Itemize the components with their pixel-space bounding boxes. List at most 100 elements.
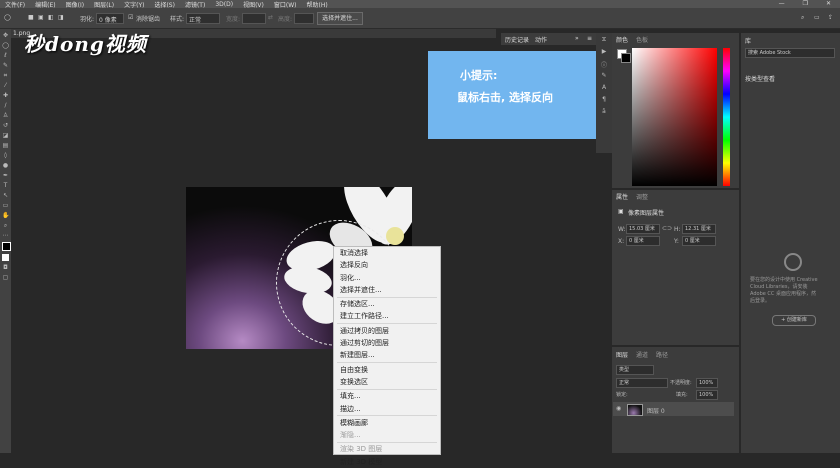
width-input[interactable] xyxy=(242,13,266,24)
eyedropper-icon[interactable]: ⁄ xyxy=(2,82,9,89)
pen-tool-icon[interactable]: ✒ xyxy=(2,172,9,179)
opacity-input[interactable]: 100% xyxy=(696,378,718,388)
foreground-color-icon[interactable] xyxy=(2,242,11,251)
background-color-icon[interactable] xyxy=(2,254,9,261)
context-menu-item[interactable]: 通过拷贝的图层 xyxy=(334,325,440,337)
quick-select-icon[interactable]: ✎ xyxy=(2,62,9,69)
context-menu-item[interactable]: 选择反向 xyxy=(334,259,440,271)
screen-mode-icon[interactable]: ▢ xyxy=(2,274,9,281)
info-icon[interactable]: ⓘ xyxy=(600,60,609,69)
context-menu-item[interactable]: 新建图层... xyxy=(334,349,440,361)
intersect-selection-icon[interactable]: ◨ xyxy=(58,14,64,21)
path-select-icon[interactable]: ↖ xyxy=(2,192,9,199)
select-and-mask-button[interactable]: 选择并遮住... xyxy=(317,12,363,25)
blur-tool-icon[interactable]: ◊ xyxy=(2,152,9,159)
tab-actions[interactable]: 动作 xyxy=(535,35,547,44)
layer-row[interactable]: ◉ 图层 0 xyxy=(613,402,734,416)
layer-name[interactable]: 图层 0 xyxy=(647,406,665,415)
close-icon[interactable]: ✕ xyxy=(821,0,836,7)
move-tool-icon[interactable]: ✥ xyxy=(2,32,9,39)
context-menu-item[interactable]: 选择并遮住... xyxy=(334,284,440,296)
marquee-tool-icon[interactable]: ◯ xyxy=(2,42,9,49)
marquee-tool-icon[interactable]: ◯ xyxy=(4,14,11,21)
type-tool-icon[interactable]: T xyxy=(2,182,9,189)
character-icon[interactable]: A xyxy=(600,84,609,93)
tab-color[interactable]: 颜色 xyxy=(616,35,628,44)
workspace-icon[interactable]: ▭ xyxy=(814,14,820,21)
context-menu-item[interactable]: 新建 3D 模型 xyxy=(334,456,440,468)
brush-tool-icon[interactable]: ∕ xyxy=(2,102,9,109)
tab-swatches[interactable]: 色板 xyxy=(636,35,648,44)
tab-paths[interactable]: 路径 xyxy=(656,350,668,359)
stamp-tool-icon[interactable]: ♙ xyxy=(2,112,9,119)
create-library-button[interactable]: + 创建新库 xyxy=(772,315,816,326)
panel-menu-icon[interactable]: ≡ xyxy=(587,35,592,42)
new-selection-icon[interactable]: ■ xyxy=(28,14,34,21)
context-menu-item[interactable]: 自由变换 xyxy=(334,364,440,376)
style-select[interactable]: 正常 xyxy=(186,13,220,24)
tab-properties[interactable]: 属性 xyxy=(616,192,628,201)
context-menu-item[interactable]: 描边... xyxy=(334,403,440,415)
feather-label: 羽化: xyxy=(80,16,95,23)
width-field[interactable]: 15.03 厘米 xyxy=(626,224,660,234)
height-field[interactable]: 12.31 厘米 xyxy=(682,224,716,234)
filter-kind-select[interactable]: 类型 xyxy=(616,365,654,375)
shape-tool-icon[interactable]: ▭ xyxy=(2,202,9,209)
history-brush-icon[interactable]: ↺ xyxy=(2,122,9,129)
context-menu-item[interactable]: 建立工作路径... xyxy=(334,310,440,322)
link-icon[interactable]: ⊂⊃ xyxy=(662,225,672,232)
library-offline-icon xyxy=(784,253,802,271)
gradient-tool-icon[interactable]: ▤ xyxy=(2,142,9,149)
menu-item[interactable]: 3D(D) xyxy=(210,1,238,8)
tab-libraries[interactable]: 库 xyxy=(745,36,751,45)
antialias-checkbox[interactable]: ☑ xyxy=(128,14,133,21)
brush-preset-icon[interactable]: ✎ xyxy=(600,72,609,81)
dodge-tool-icon[interactable]: ● xyxy=(2,162,9,169)
library-view-select[interactable]: 按类型查看 xyxy=(745,74,775,83)
background-swatch[interactable] xyxy=(621,53,631,63)
visibility-eye-icon[interactable]: ◉ xyxy=(616,405,621,412)
add-selection-icon[interactable]: ▣ xyxy=(38,14,44,21)
search-icon[interactable]: ⌕ xyxy=(801,14,804,22)
tab-history[interactable]: 历史记录 xyxy=(505,35,529,44)
fill-input[interactable]: 100% xyxy=(696,390,718,400)
subtract-selection-icon[interactable]: ◧ xyxy=(48,14,54,21)
share-icon[interactable]: ⇪ xyxy=(828,14,833,21)
w-label: W: xyxy=(618,226,626,233)
paragraph-icon[interactable]: ¶ xyxy=(600,96,609,105)
context-menu-item[interactable]: 变换选区 xyxy=(334,376,440,388)
minimize-icon[interactable]: — xyxy=(774,0,790,7)
context-menu-item[interactable]: 填充... xyxy=(334,390,440,402)
context-menu-item[interactable]: 存储选区... xyxy=(334,298,440,310)
blend-mode-select[interactable]: 正常 xyxy=(616,378,668,388)
x-field[interactable]: 0 厘米 xyxy=(626,236,660,246)
glyphs-icon[interactable]: ā xyxy=(600,108,609,117)
context-menu-item[interactable]: 取消选择 xyxy=(334,247,440,259)
hand-tool-icon[interactable]: ✋ xyxy=(2,212,9,219)
swap-icon[interactable]: ⇄ xyxy=(268,14,273,21)
history-icon[interactable]: ⧖ xyxy=(600,36,609,45)
healing-brush-icon[interactable]: ✚ xyxy=(2,92,9,99)
lasso-tool-icon[interactable]: ℓ xyxy=(2,52,9,59)
actions-icon[interactable]: ▶ xyxy=(600,48,609,57)
tab-adjustments[interactable]: 调整 xyxy=(636,192,648,201)
quick-mask-icon[interactable]: ◘ xyxy=(2,264,9,271)
crop-tool-icon[interactable]: ⌗ xyxy=(2,72,9,79)
context-menu-item[interactable]: 羽化... xyxy=(334,272,440,284)
collapse-icon[interactable]: » xyxy=(575,35,579,42)
feather-input[interactable]: 0 像素 xyxy=(96,13,124,24)
y-field[interactable]: 0 厘米 xyxy=(682,236,716,246)
restore-icon[interactable]: ❐ xyxy=(798,0,813,7)
context-menu-item[interactable]: 模糊画廊 xyxy=(334,417,440,429)
tab-layers[interactable]: 图层 xyxy=(616,350,628,359)
library-search-input[interactable]: 搜索 Adobe Stock xyxy=(745,48,835,58)
zoom-tool-icon[interactable]: ⌕ xyxy=(2,222,9,229)
eraser-tool-icon[interactable]: ◪ xyxy=(2,132,9,139)
pixel-layer-properties-label: 像素图层属性 xyxy=(628,210,665,217)
tab-channels[interactable]: 通道 xyxy=(636,350,648,359)
more-tools-icon[interactable]: ⋯ xyxy=(2,232,9,239)
context-menu-item[interactable]: 通过剪切的图层 xyxy=(334,337,440,349)
hue-slider[interactable] xyxy=(723,48,730,186)
height-input[interactable] xyxy=(294,13,314,24)
color-picker-field[interactable] xyxy=(632,48,717,186)
